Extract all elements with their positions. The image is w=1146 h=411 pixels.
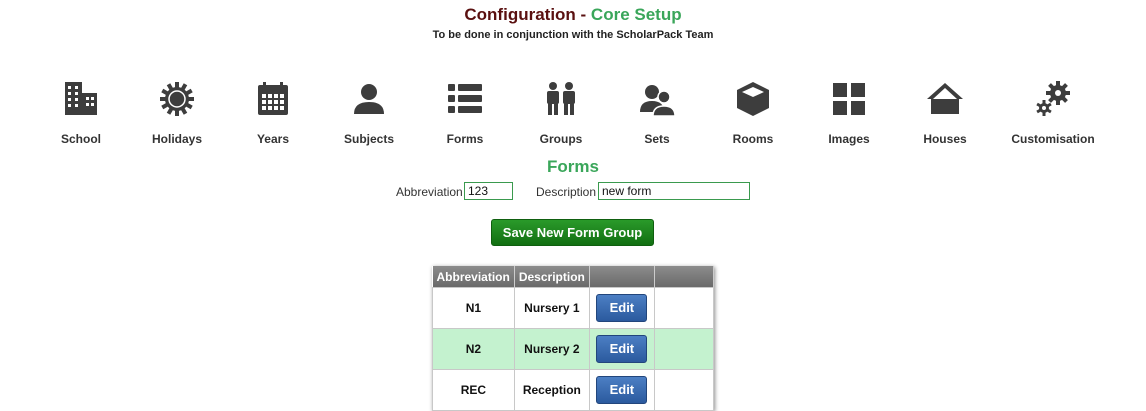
calendar-icon xyxy=(258,82,288,115)
cell-action: Edit xyxy=(588,287,655,329)
cell-abbreviation: N1 xyxy=(432,287,515,329)
page-subtitle: To be done in conjunction with the Schol… xyxy=(432,29,714,41)
table-row: REC Reception Edit xyxy=(432,369,715,411)
nav-item-subjects[interactable]: Subjects xyxy=(321,80,417,146)
page-header: Configuration - Core Setup To be done in… xyxy=(0,4,1146,41)
users-icon xyxy=(640,85,676,117)
nav-label: Forms xyxy=(446,132,484,146)
nav-item-rooms[interactable]: Rooms xyxy=(705,80,801,146)
nav-item-holidays[interactable]: Holidays xyxy=(129,80,225,146)
section-title: Forms xyxy=(547,157,599,176)
abbreviation-label: Abbreviation xyxy=(396,185,463,199)
description-label: Description xyxy=(536,185,597,199)
list-icon xyxy=(448,84,482,113)
column-header-abbreviation: Abbreviation xyxy=(432,266,515,288)
nav-item-sets[interactable]: Sets xyxy=(609,80,705,146)
grid-icon xyxy=(833,83,865,115)
column-header-description: Description xyxy=(514,266,590,288)
cell-extra xyxy=(653,369,715,411)
config-nav: School Holidays Years Subjects Forms Gro… xyxy=(33,80,1123,150)
nav-label: Groups xyxy=(539,132,583,146)
nav-label: Rooms xyxy=(732,132,774,146)
nav-item-years[interactable]: Years xyxy=(225,80,321,146)
nav-label: Holidays xyxy=(151,132,202,146)
edit-button[interactable]: Edit xyxy=(596,376,648,404)
person-icon xyxy=(354,84,384,114)
table-header-row: Abbreviation Description xyxy=(432,266,715,288)
cell-action: Edit xyxy=(588,369,655,411)
title-separator: - xyxy=(575,5,591,24)
cell-abbreviation: N2 xyxy=(432,328,515,370)
description-input[interactable] xyxy=(598,182,750,200)
column-header-action xyxy=(589,266,655,288)
abbreviation-input[interactable] xyxy=(464,182,513,200)
forms-table: Abbreviation Description N1 Nursery 1 Ed… xyxy=(432,266,715,411)
edit-button[interactable]: Edit xyxy=(596,335,648,363)
column-header-extra xyxy=(654,266,715,288)
edit-button[interactable]: Edit xyxy=(596,294,648,322)
nav-item-houses[interactable]: Houses xyxy=(897,80,993,146)
nav-label: Subjects xyxy=(343,132,394,146)
nav-item-groups[interactable]: Groups xyxy=(513,80,609,146)
nav-item-school[interactable]: School xyxy=(33,80,129,146)
nav-label: School xyxy=(60,132,101,146)
nav-label: Sets xyxy=(644,132,670,146)
sun-icon xyxy=(160,82,194,116)
cell-extra xyxy=(653,328,715,370)
save-new-form-group-button[interactable]: Save New Form Group xyxy=(491,219,654,246)
nav-item-customisation[interactable]: Customisation xyxy=(1005,80,1101,146)
page-title: Configuration - Core Setup xyxy=(0,4,1146,26)
nav-label: Years xyxy=(256,132,290,146)
cell-extra xyxy=(653,287,715,329)
cube-icon xyxy=(737,82,769,116)
nav-label: Customisation xyxy=(1011,132,1095,146)
home-icon xyxy=(927,83,963,114)
people-icon xyxy=(547,82,575,115)
title-sub: Core Setup xyxy=(590,5,682,24)
nav-label: Images xyxy=(828,132,870,146)
title-main: Configuration xyxy=(464,5,576,24)
building-icon xyxy=(65,82,97,115)
cell-description: Nursery 2 xyxy=(513,328,590,370)
nav-label: Houses xyxy=(923,132,967,146)
table-row: N2 Nursery 2 Edit xyxy=(432,328,715,370)
cell-action: Edit xyxy=(588,328,655,370)
cell-abbreviation: REC xyxy=(432,369,515,411)
cell-description: Nursery 1 xyxy=(513,287,590,329)
nav-item-forms[interactable]: Forms xyxy=(417,80,513,146)
cell-description: Reception xyxy=(513,369,590,411)
nav-item-images[interactable]: Images xyxy=(801,80,897,146)
table-row: N1 Nursery 1 Edit xyxy=(432,287,715,329)
gears-icon xyxy=(1036,81,1070,116)
